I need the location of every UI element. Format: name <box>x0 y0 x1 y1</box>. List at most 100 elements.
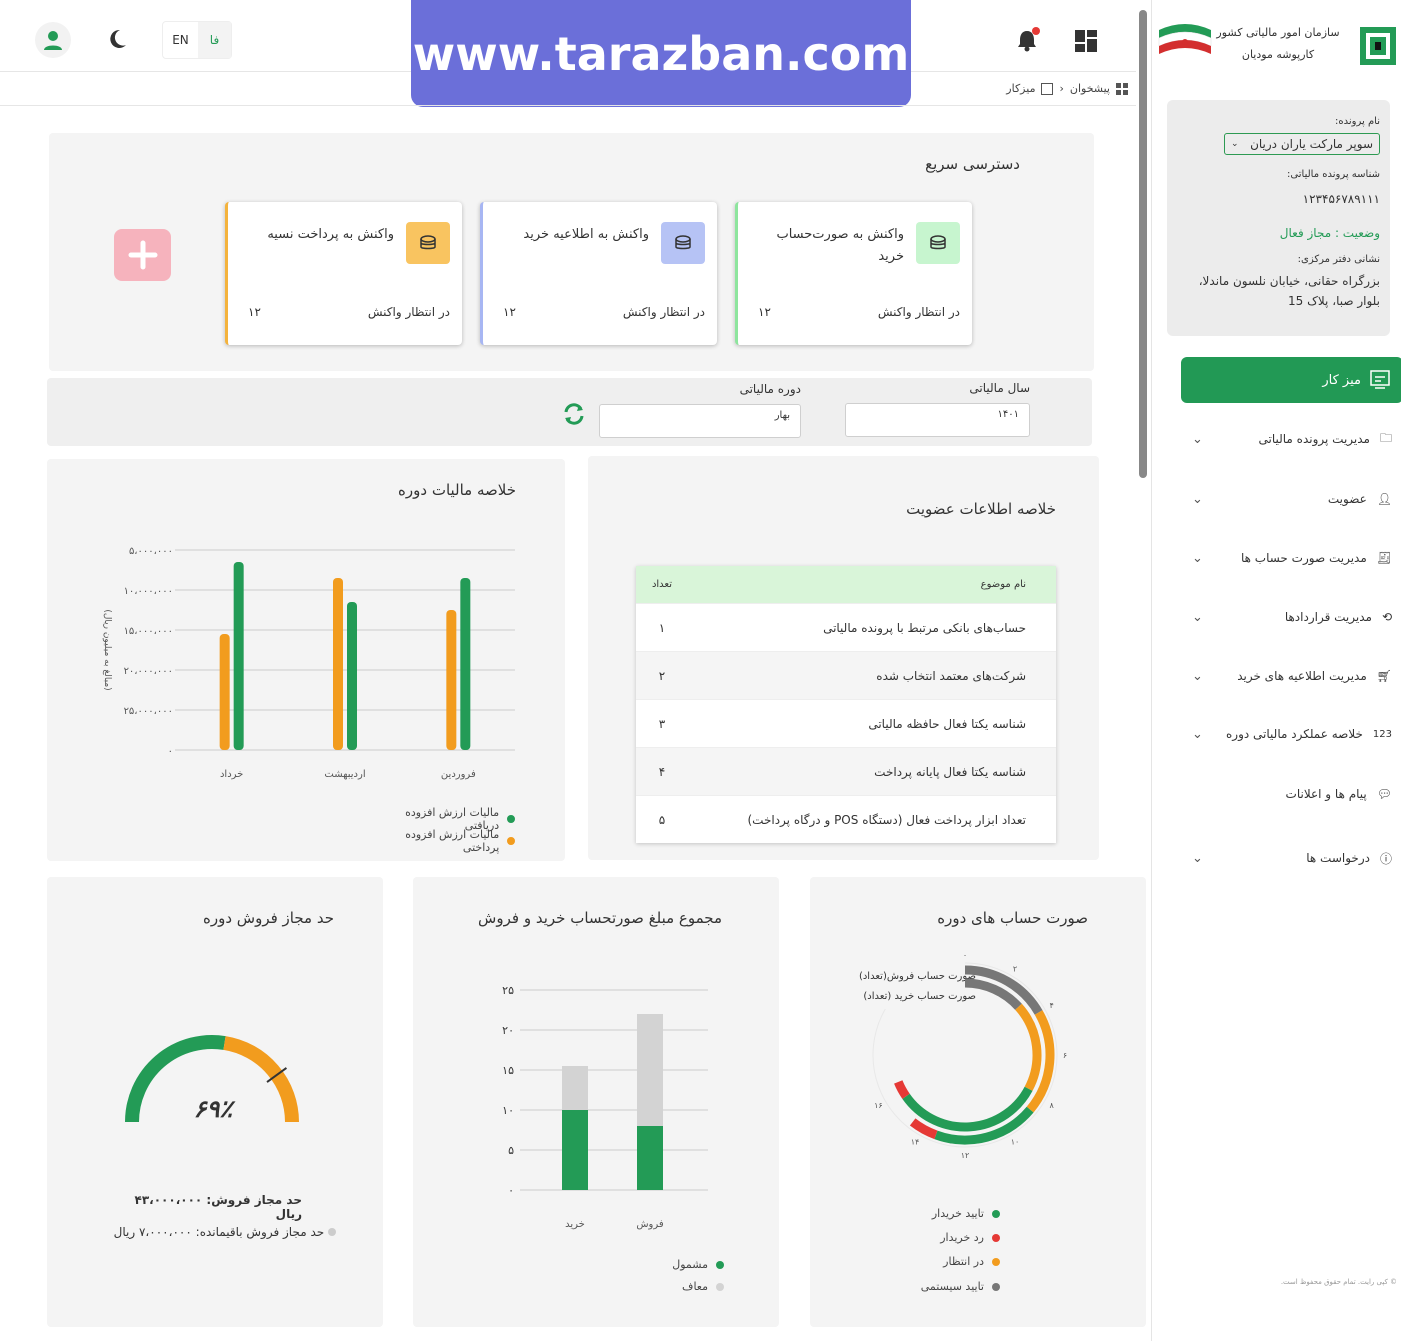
legend-system-approved: تایید سیستمی <box>900 1280 1000 1293</box>
copyright: © کپی رایت. تمام حقوق محفوظ است. <box>1280 1278 1397 1286</box>
quick-access-title: دسترسی سریع <box>925 155 1020 173</box>
y-tick-label: ۱۵ <box>502 1064 514 1077</box>
sidebar-item-label: مدیریت صورت حساب ها <box>1240 551 1367 565</box>
table-header: نام موضوع تعداد <box>636 566 1056 603</box>
row-count: ۳ <box>658 716 666 731</box>
breadcrumb: پیشخوان ‹ میزکار <box>0 72 1136 106</box>
message-icon: 💬︎ <box>1376 787 1392 801</box>
radial-tick-label: ۸ <box>1049 1101 1054 1110</box>
file-name-label: نام پرونده: <box>1335 116 1380 127</box>
desk-small-icon <box>1041 82 1054 95</box>
row-subject: شناسه یکتا فعال پایانه پرداخت <box>874 764 1026 779</box>
refresh-icon[interactable] <box>561 402 587 426</box>
legend-dot <box>992 1209 1000 1218</box>
bar <box>446 610 457 750</box>
legend-dot <box>328 1228 336 1236</box>
row-count: ۲ <box>658 668 666 683</box>
legend-label: رد خریدار <box>940 1231 984 1244</box>
bar <box>347 602 357 750</box>
radial-tick-label: ۲ <box>1013 964 1017 973</box>
quick-card-count: ۱۲ <box>758 305 771 319</box>
y-tick-label: ۵ <box>508 1144 514 1157</box>
gauge-percent: ۶۹٪ <box>193 1095 233 1123</box>
quick-card-invoice[interactable]: واکنش به صورت‌حساب خرید در انتظار واکنش … <box>735 202 972 345</box>
sidebar-item-tax-file[interactable]: 🗀 مدیریت پرونده مالیاتی ⌄ <box>1192 424 1392 454</box>
membership-table: نام موضوع تعداد حساب‌های بانکی مرتبط با پ… <box>636 566 1056 843</box>
quick-card-status: در انتظار واکنش <box>622 305 705 319</box>
quick-card-count: ۱۲ <box>248 305 261 319</box>
remaining-value: ۷،۰۰۰،۰۰۰ ریال <box>113 1225 192 1239</box>
lang-en-button[interactable]: EN <box>163 22 198 58</box>
user-icon: 👤︎ <box>1376 492 1392 506</box>
sidebar-item-label: خلاصه عملکرد مالیاتی دوره <box>1226 727 1363 741</box>
table-row: شناسه یکتا فعال پایانه پرداخت ۴ <box>636 747 1056 795</box>
y-tick-label: ۲۵،۰۰۰،۰۰۰ <box>124 706 173 717</box>
chevron-down-icon: ⌄ <box>1192 609 1203 625</box>
y-tick-label: ۲۵ <box>502 984 514 997</box>
bar <box>637 1014 663 1126</box>
x-tick-label: خرید <box>565 1219 585 1230</box>
legend-paid: مالیات ارزش افزوده پرداختی <box>370 828 515 854</box>
desk-icon <box>1370 370 1390 389</box>
col-subject: نام موضوع <box>980 579 1026 590</box>
file-select-value: سوپر مارکت یاران دریان <box>1250 137 1373 151</box>
profile-icon[interactable] <box>35 22 71 58</box>
legend-exempt: معاف <box>640 1280 724 1293</box>
tax-summary-chart: ۵،۰۰۰،۰۰۰ ۱۰،۰۰۰،۰۰۰ ۱۵،۰۰۰،۰۰۰ ۲۰،۰۰۰،۰۰۰ ۲… <box>102 546 515 780</box>
quick-card-title: واکنش به صورت‌حساب خرید <box>776 227 904 264</box>
lang-fa-button[interactable]: فا <box>197 22 231 58</box>
period-input[interactable]: بهار <box>599 404 801 438</box>
table-row: حساب‌های بانکی مرتبط با پرونده مالیاتی ۱ <box>636 603 1056 651</box>
y-tick-label: ۵،۰۰۰،۰۰۰ <box>129 546 173 557</box>
chevron-down-icon: ⌄ <box>1192 491 1203 507</box>
coins-icon <box>916 222 960 264</box>
sidebar-item-contracts[interactable]: ⟲ مدیریت قراردادها ⌄ <box>1192 602 1392 632</box>
year-label: سال مالیاتی <box>969 381 1030 395</box>
year-input[interactable]: ۱۴۰۱ <box>845 403 1030 437</box>
plus-icon <box>128 240 157 270</box>
dashboard-small-icon <box>1116 82 1128 95</box>
tax-org-logo-icon <box>1360 27 1396 65</box>
remaining-label: حد مجاز فروش باقیمانده: <box>195 1225 325 1239</box>
sidebar-item-purchase-notices[interactable]: 🛒︎ مدیریت اطلاعیه های خرید ⌄ <box>1192 661 1392 691</box>
scrollbar[interactable] <box>1139 10 1147 478</box>
sidebar-item-label: عضویت <box>1327 492 1367 506</box>
quick-card-credit[interactable]: واکنش به پرداخت نسیه در انتظار واکنش ۱۲ <box>225 202 462 345</box>
legend-label: تایید خریدار <box>931 1207 984 1220</box>
radial-segment <box>1015 1003 1042 1091</box>
legend-buyer-approved: تایید خریدار <box>900 1207 1000 1220</box>
org-name: سازمان امور مالیاتی کشور <box>1216 26 1340 39</box>
sidebar-item-membership[interactable]: 👤︎ عضویت ⌄ <box>1192 484 1392 514</box>
sidebar-item-desk[interactable]: میز کار <box>1181 357 1401 403</box>
sidebar-item-label: میز کار <box>1322 372 1361 388</box>
dark-mode-icon[interactable] <box>106 28 130 52</box>
notification-bell-icon[interactable] <box>1015 27 1041 53</box>
quick-card-title: واکنش به اطلاعیه خرید <box>523 227 649 242</box>
quick-card-notice[interactable]: واکنش به اطلاعیه خرید در انتظار واکنش ۱۲ <box>480 202 717 345</box>
radial-segment <box>894 1080 910 1099</box>
breadcrumb-home[interactable]: پیشخوان <box>1070 82 1110 95</box>
chevron-down-icon: ⌄ <box>1231 139 1239 149</box>
numbers-icon: 123 <box>1372 728 1392 740</box>
sidebar-item-invoices[interactable]: 🧾︎ مدیریت صورت حساب ها ⌄ <box>1192 543 1392 573</box>
invoice-total-chart: ۲۵ ۲۰ ۱۵ ۱۰ ۵ ۰ خرید فروش <box>502 984 708 1230</box>
y-tick-label: ۲۰ <box>502 1024 514 1037</box>
radial-track <box>872 962 1058 1148</box>
dashboard-grid-icon[interactable] <box>1074 29 1098 53</box>
status-badge: وضعیت : مجاز فعال <box>1279 226 1380 240</box>
add-shortcut-button[interactable] <box>114 229 171 281</box>
row-count: ۱ <box>658 620 666 635</box>
sidebar-item-tax-performance[interactable]: 123 خلاصه عملکرد مالیاتی دوره ⌄ <box>1192 719 1392 749</box>
legend-dot <box>716 1260 724 1269</box>
folder-icon: 🗀 <box>1379 430 1392 445</box>
chevron-down-icon: ⌄ <box>1192 668 1203 684</box>
file-select[interactable]: سوپر مارکت یاران دریان ⌄ <box>1224 133 1380 155</box>
y-tick-label: ۱۰،۰۰۰،۰۰۰ <box>124 586 173 597</box>
bar <box>333 578 343 750</box>
sidebar-item-requests[interactable]: ⓘ درخواست ها ⌄ <box>1192 843 1392 873</box>
sidebar-item-messages[interactable]: 💬︎ پیام ها و اعلانات <box>1192 779 1392 809</box>
chevron-down-icon: ⌄ <box>1192 726 1203 742</box>
legend-included: مشمول <box>640 1258 724 1271</box>
radial-tick-label: ۱۴ <box>911 1138 920 1147</box>
tax-id-value: ۱۲۳۴۵۶۷۸۹۱۱۱ <box>1302 192 1380 206</box>
